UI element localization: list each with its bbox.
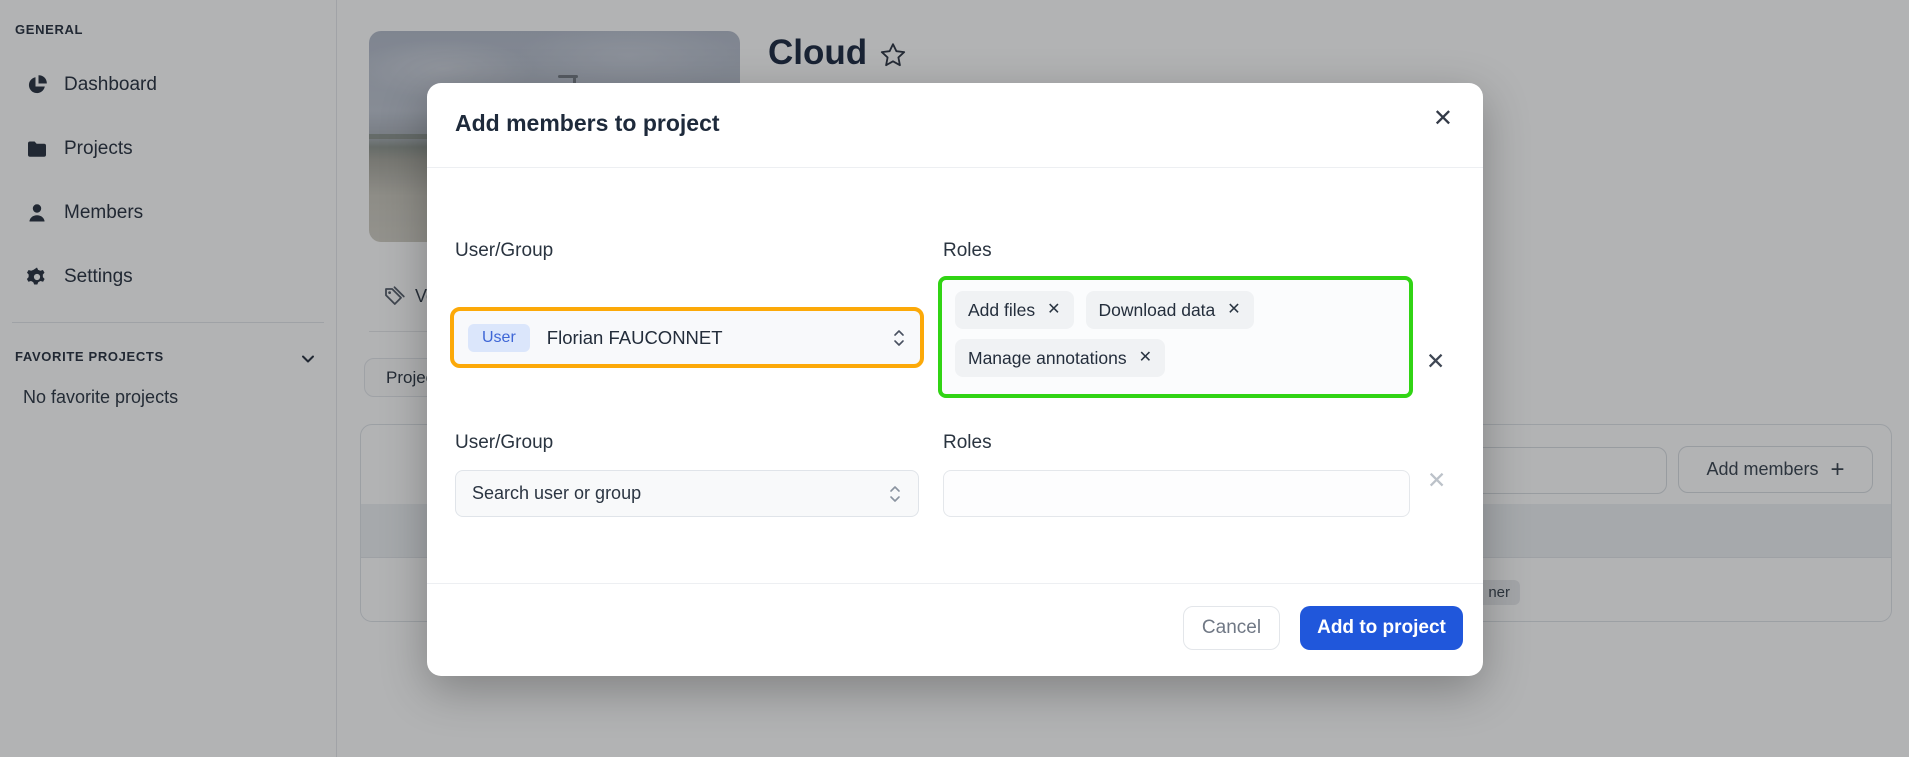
chip-remove-icon[interactable]: ✕: [1047, 302, 1060, 318]
role-chip-label: Add files: [968, 300, 1035, 321]
role-chip: Manage annotations ✕: [955, 339, 1165, 377]
role-chip-label: Download data: [1099, 300, 1216, 321]
cancel-button[interactable]: Cancel: [1183, 606, 1280, 650]
modal-title: Add members to project: [455, 110, 720, 137]
modal-header-divider: [427, 167, 1483, 168]
close-icon[interactable]: ✕: [1433, 107, 1453, 131]
user-group-label: User/Group: [455, 432, 553, 454]
roles-empty-input[interactable]: [943, 470, 1410, 517]
user-group-select[interactable]: User Florian FAUCONNET: [450, 307, 924, 368]
chip-remove-icon[interactable]: ✕: [1139, 350, 1152, 366]
chevron-updown-icon: [892, 328, 906, 348]
app-root: GENERAL Dashboard Projects Members: [0, 0, 1909, 757]
roles-multiselect[interactable]: Add files ✕ Download data ✕ Manage annot…: [938, 276, 1413, 398]
user-group-label: User/Group: [455, 240, 553, 262]
modal-footer-divider: [427, 583, 1483, 584]
role-chip: Download data ✕: [1086, 291, 1254, 329]
role-chip-label: Manage annotations: [968, 348, 1127, 369]
add-to-project-button[interactable]: Add to project: [1300, 606, 1463, 650]
remove-row-icon[interactable]: ✕: [1426, 350, 1445, 373]
add-members-modal: Add members to project ✕ User/Group User…: [427, 83, 1483, 676]
chip-remove-icon[interactable]: ✕: [1227, 302, 1240, 318]
user-type-badge: User: [468, 324, 530, 352]
select-placeholder: Search user or group: [472, 483, 641, 504]
user-group-search-select[interactable]: Search user or group: [455, 470, 919, 517]
chevron-updown-icon: [888, 484, 902, 504]
roles-label: Roles: [943, 432, 992, 454]
roles-label: Roles: [943, 240, 992, 262]
selected-user-name: Florian FAUCONNET: [547, 327, 723, 349]
role-chip: Add files ✕: [955, 291, 1074, 329]
remove-row-icon[interactable]: ✕: [1427, 469, 1446, 492]
